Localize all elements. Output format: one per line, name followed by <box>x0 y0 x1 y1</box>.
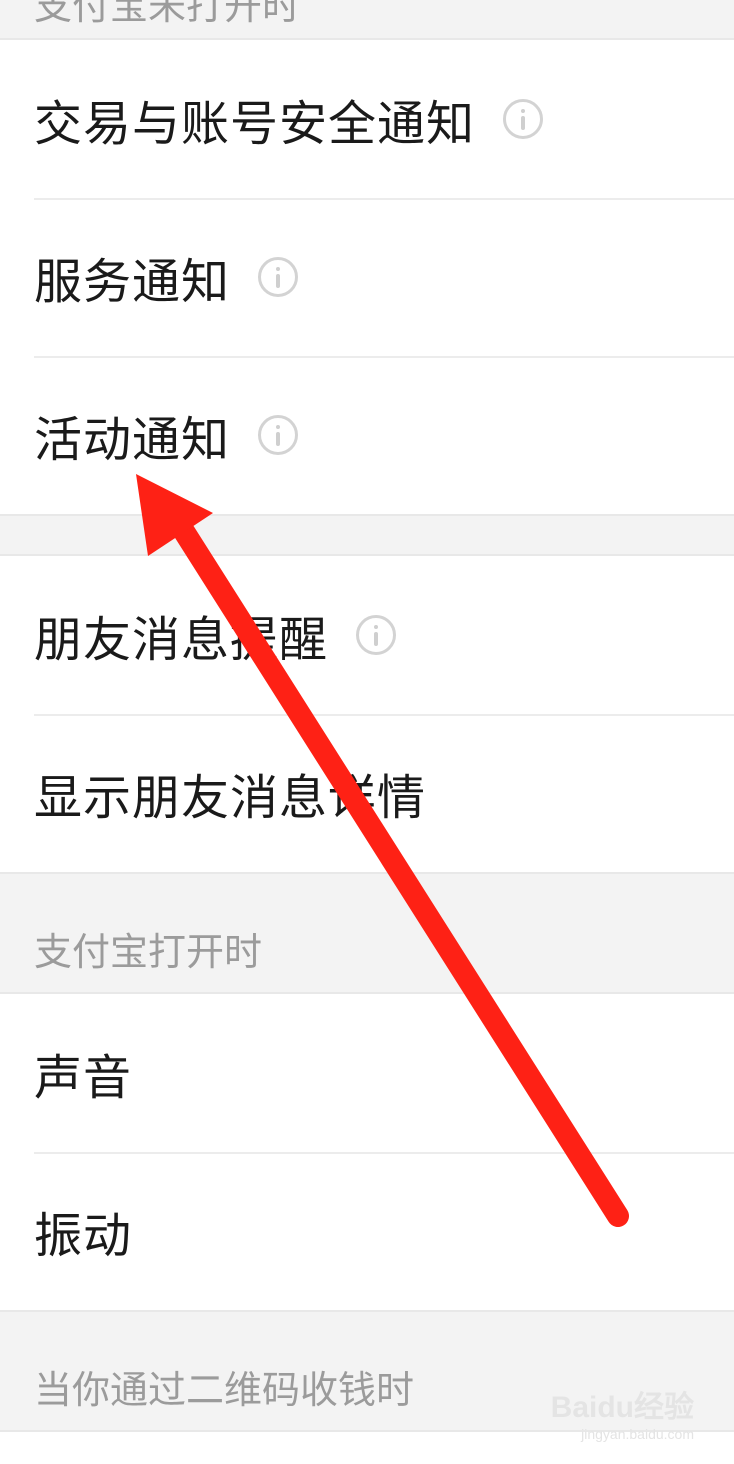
setting-row-activity-notice[interactable]: 活动通知 <box>0 356 734 514</box>
info-circle-icon[interactable] <box>356 615 397 655</box>
section-header-qr-payment-label: 当你通过二维码收钱时 <box>34 1368 415 1412</box>
setting-label-show-friend-message-details: 显示朋友消息详情 <box>34 770 427 826</box>
setting-label-transaction-security: 交易与账号安全通知 <box>34 96 476 152</box>
setting-label-vibration: 振动 <box>34 1208 133 1264</box>
settings-group-friends: 朋友消息提醒 显示朋友消息详情 <box>0 554 734 874</box>
section-header-opened-label: 支付宝打开时 <box>34 930 263 974</box>
section-header-closed-label: 支付宝未打开时 <box>34 0 301 28</box>
setting-label-activity-notice: 活动通知 <box>34 412 231 468</box>
setting-row-sound[interactable]: 声音 <box>0 994 734 1152</box>
setting-row-service-notice[interactable]: 服务通知 <box>0 198 734 356</box>
settings-group-notifications: 交易与账号安全通知 服务通知 活动通知 <box>0 38 734 516</box>
settings-group-opened: 声音 振动 <box>0 992 734 1312</box>
info-circle-icon[interactable] <box>258 257 299 297</box>
info-circle-icon[interactable] <box>503 99 544 139</box>
baidu-jingyan-watermark: Baidu经验 jingyan.baidu.com <box>551 1382 694 1442</box>
notification-settings-page: 支付宝未打开时 交易与账号安全通知 服务通知 活动通知 朋友消息提醒 显示朋友消… <box>0 0 734 1464</box>
setting-row-show-friend-message-details[interactable]: 显示朋友消息详情 <box>0 714 734 872</box>
setting-label-service-notice: 服务通知 <box>34 254 231 310</box>
setting-label-friend-message-reminder: 朋友消息提醒 <box>34 612 329 668</box>
setting-row-transaction-security[interactable]: 交易与账号安全通知 <box>0 40 734 198</box>
setting-label-sound: 声音 <box>34 1050 133 1106</box>
setting-row-vibration[interactable]: 振动 <box>0 1152 734 1310</box>
info-circle-icon[interactable] <box>258 415 299 455</box>
watermark-brand: Baidu经验 <box>550 1391 694 1424</box>
section-header-opened: 支付宝打开时 <box>0 874 734 992</box>
setting-row-friend-message-reminder[interactable]: 朋友消息提醒 <box>0 556 734 714</box>
watermark-url: jingyan.baidu.com <box>581 1426 694 1442</box>
section-header-closed: 支付宝未打开时 <box>0 0 734 38</box>
